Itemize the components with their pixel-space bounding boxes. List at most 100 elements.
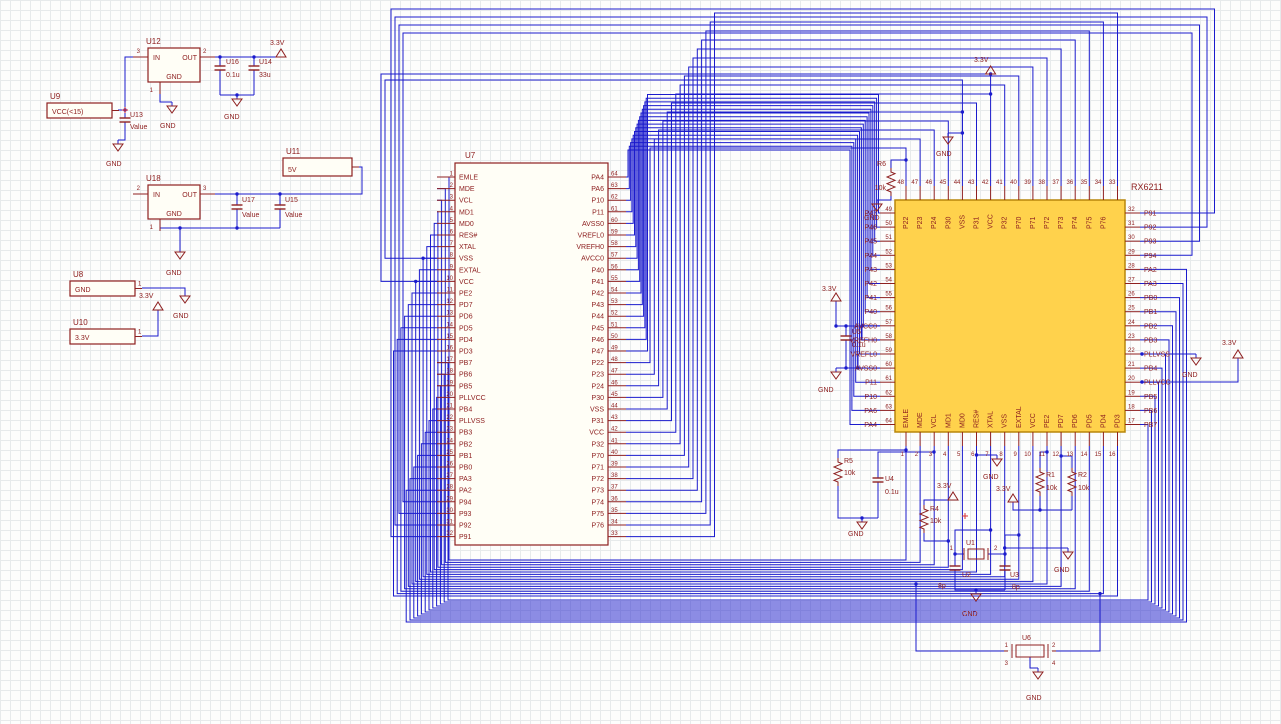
- junction-dot: [844, 366, 848, 370]
- net-wire[interactable]: [1012, 502, 1072, 511]
- part-ref: U14: [259, 59, 272, 66]
- pin-name: P43: [865, 267, 878, 274]
- supply-symbol[interactable]: [830, 292, 842, 302]
- pin-number: 49: [885, 207, 892, 213]
- resistor-r5[interactable]: [832, 458, 844, 486]
- pin-name: P73: [592, 488, 605, 495]
- pin-name: AVSS0: [582, 221, 604, 228]
- pin-name: P94: [1144, 253, 1157, 260]
- crystal-u6[interactable]: [1015, 644, 1045, 658]
- pin-name: P44: [865, 253, 878, 260]
- gnd-symbol[interactable]: [830, 371, 842, 380]
- net-wire[interactable]: [877, 196, 892, 201]
- net-wire[interactable]: [923, 533, 949, 542]
- net-wire[interactable]: [626, 101, 880, 329]
- gnd-symbol[interactable]: [856, 521, 868, 530]
- pin-number: 58: [885, 334, 892, 340]
- schematic-canvas[interactable]: U7 1 EMLE 2 MDE 3 VCL 4 MD1 5 MD0 6 RES# 7 XTAL 8 VSS 9 EX…: [0, 0, 1281, 724]
- pin-number: 1: [1005, 643, 1009, 649]
- pin-number: 54: [885, 278, 892, 284]
- pin-number: 64: [611, 172, 618, 178]
- pin-number: 59: [611, 230, 618, 236]
- resistor-r1[interactable]: [1034, 468, 1046, 496]
- gnd-symbol[interactable]: [1190, 357, 1202, 366]
- junction-dot: [1003, 546, 1007, 550]
- pin-number: 3: [203, 186, 207, 192]
- net-wire[interactable]: [626, 131, 880, 355]
- pin-number: 31: [446, 520, 453, 526]
- pin-name: P42: [865, 281, 878, 288]
- net-wire[interactable]: [1029, 657, 1038, 669]
- part-ref: U2: [962, 572, 971, 579]
- pin-name: P93: [1144, 239, 1157, 246]
- net-wire[interactable]: [626, 123, 880, 327]
- net-wire[interactable]: [626, 112, 880, 294]
- supply-symbol[interactable]: [947, 491, 959, 501]
- net-wire[interactable]: [1004, 534, 1019, 566]
- pin-number: 47: [611, 369, 618, 375]
- pin-name: PB5: [459, 383, 472, 390]
- gnd-symbol[interactable]: [174, 251, 186, 260]
- part-value: 0.1u: [852, 342, 866, 349]
- gnd-symbol[interactable]: [166, 105, 178, 114]
- net-wire[interactable]: [626, 142, 880, 397]
- net-wire[interactable]: [837, 449, 906, 458]
- gnd-symbol[interactable]: [1062, 551, 1074, 560]
- junction-dot: [988, 528, 993, 532]
- net-wire[interactable]: [626, 97, 880, 340]
- net-wire[interactable]: [626, 116, 880, 299]
- part-value: 0.1u: [226, 72, 240, 79]
- net-wire[interactable]: [626, 138, 880, 383]
- net-wire[interactable]: [124, 56, 133, 110]
- resistor-r4[interactable]: [918, 505, 930, 533]
- net-wire[interactable]: [142, 287, 186, 292]
- pin-number: 35: [611, 508, 618, 514]
- pin-number: 24: [446, 438, 453, 444]
- pin-name: P31: [592, 418, 605, 425]
- pin-number: 5: [957, 452, 961, 458]
- pin-number: 50: [611, 334, 618, 340]
- resistor-r6[interactable]: [885, 168, 897, 196]
- net-wire[interactable]: [626, 127, 880, 341]
- gnd-symbol[interactable]: [1032, 671, 1044, 680]
- pin-number: 61: [885, 376, 892, 382]
- gnd-symbol[interactable]: [231, 98, 243, 107]
- pin-number: 12: [446, 299, 453, 305]
- net-wire[interactable]: [159, 94, 172, 103]
- supply-symbol[interactable]: [1007, 493, 1019, 503]
- supply-symbol[interactable]: [275, 48, 287, 58]
- ic-rx6211-body[interactable]: [894, 199, 1126, 433]
- pin-number: 25: [446, 450, 453, 456]
- net-wire[interactable]: [626, 149, 880, 425]
- supply-symbol[interactable]: [152, 301, 164, 311]
- net-wire[interactable]: [890, 159, 906, 168]
- part-value: GND: [75, 287, 91, 294]
- supply-symbol[interactable]: [1232, 349, 1244, 359]
- net-wire[interactable]: [626, 145, 880, 411]
- pin-name: RES#: [974, 410, 981, 428]
- part-ref: U15: [285, 197, 298, 204]
- net-wire[interactable]: [626, 94, 880, 352]
- net-wire[interactable]: [626, 105, 880, 317]
- net-wire[interactable]: [142, 310, 159, 337]
- pin-number: 4: [943, 452, 947, 458]
- pin-number: 2: [137, 186, 141, 192]
- net-wire[interactable]: [837, 486, 878, 519]
- pin-number: 38: [611, 473, 618, 479]
- pin-number: 14: [1081, 452, 1088, 458]
- pin-name: PD7: [1058, 414, 1065, 428]
- gnd-symbol[interactable]: [179, 295, 191, 304]
- net-wire[interactable]: [626, 134, 880, 369]
- net-wire[interactable]: [118, 122, 126, 141]
- pin-name: PLLVSS: [1144, 352, 1170, 359]
- gnd-symbol[interactable]: [991, 458, 1003, 467]
- pin-number: 54: [611, 288, 618, 294]
- part-ref: R6: [877, 161, 886, 168]
- gnd-symbol[interactable]: [112, 143, 124, 152]
- net-wire[interactable]: [626, 119, 880, 313]
- pin-number: 37: [611, 485, 618, 491]
- pin-number: 1: [950, 546, 954, 552]
- pin-number: 23: [1128, 334, 1135, 340]
- net-wire[interactable]: [954, 529, 991, 566]
- pin-name: P24: [592, 383, 605, 390]
